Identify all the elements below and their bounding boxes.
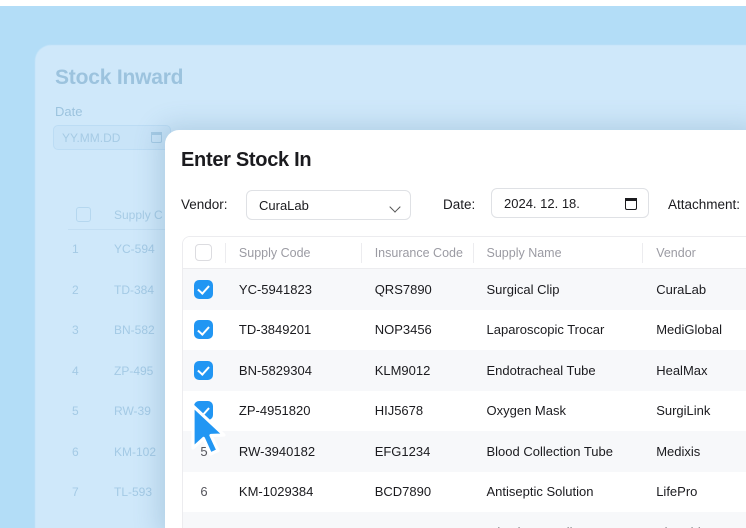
cell-vendor: HealMax	[642, 363, 746, 378]
background-row-supply-code: TL-593	[114, 485, 152, 499]
background-row-supply-code: YC-594	[114, 242, 155, 256]
screen: Stock Inward Date YY.MM.DD Supply C 1 YC-…	[0, 0, 746, 528]
background-row-number: 3	[72, 323, 79, 337]
row-checkbox-checked[interactable]	[194, 361, 213, 380]
table-body: YC-5941823QRS7890Surgical ClipCuraLabTD-…	[183, 269, 746, 528]
cell-supply-name: Laparoscopic Trocar	[473, 322, 643, 337]
date-value: 2024. 12. 18.	[504, 196, 580, 211]
table-row[interactable]: BN-5829304KLM9012Endotracheal TubeHealMa…	[183, 350, 746, 391]
row-select-cell[interactable]: 5	[183, 444, 225, 459]
cell-supply-name: Oxygen Mask	[473, 403, 643, 418]
cell-insurance-code: KLM9012	[361, 363, 473, 378]
modal-form-row: Vendor: CuraLab Date: 2024. 12. 18. Atta…	[181, 190, 746, 220]
chevron-down-icon	[389, 201, 400, 212]
background-row-number: 1	[72, 242, 79, 256]
table-header-select	[183, 237, 225, 268]
attachment-label: Attachment:	[668, 197, 740, 212]
row-number: 5	[200, 444, 207, 459]
vendor-selected-value: CuraLab	[259, 198, 309, 213]
cell-supply-name: Surgical Clip	[473, 282, 643, 297]
table-row[interactable]: ZP-4951820HIJ5678Oxygen MaskSurgiLink	[183, 391, 746, 432]
table-row[interactable]: 5 RW-3940182EFG1234Blood Collection TubeM…	[183, 431, 746, 472]
column-header-supply-name: Supply Name	[473, 237, 643, 268]
background-row-supply-code: TD-384	[114, 283, 154, 297]
cell-vendor: MediGlobal	[642, 322, 746, 337]
cell-supply-code: ZP-4951820	[225, 403, 361, 418]
background-row-number: 7	[72, 485, 79, 499]
row-select-cell[interactable]	[183, 361, 225, 380]
row-select-cell[interactable]	[183, 401, 225, 420]
cell-vendor: Medixis	[642, 444, 746, 459]
column-header-vendor: Vendor	[642, 237, 746, 268]
cell-vendor: CuraLab	[642, 282, 746, 297]
enter-stock-in-modal: Enter Stock In Vendor: CuraLab Date: 202…	[165, 130, 746, 528]
background-date-input[interactable]: YY.MM.DD	[53, 125, 171, 150]
column-header-insurance-code: Insurance Code	[361, 237, 473, 268]
row-checkbox-checked[interactable]	[194, 320, 213, 339]
select-all-checkbox[interactable]	[76, 207, 91, 222]
calendar-icon	[151, 132, 162, 143]
background-date-placeholder: YY.MM.DD	[62, 131, 120, 145]
cell-supply-code: RW-3940182	[225, 444, 361, 459]
background-row-number: 2	[72, 283, 79, 297]
vendor-select[interactable]: CuraLab	[246, 190, 411, 220]
row-checkbox-checked[interactable]	[194, 280, 213, 299]
cell-supply-code: YC-5941823	[225, 282, 361, 297]
background-row-number: 6	[72, 445, 79, 459]
date-label: Date:	[443, 197, 475, 212]
modal-title: Enter Stock In	[181, 149, 311, 172]
row-number: 6	[200, 484, 207, 499]
vendor-label: Vendor:	[181, 197, 228, 212]
stock-items-table: Supply Code Insurance Code Supply Name V…	[182, 236, 746, 528]
background-row-supply-code: RW-39	[114, 404, 151, 418]
window-top-edge	[0, 0, 746, 6]
cell-supply-name: Antiseptic Solution	[473, 484, 643, 499]
date-input[interactable]: 2024. 12. 18.	[491, 188, 649, 218]
background-row-supply-code: ZP-495	[114, 364, 153, 378]
column-header-supply-code: Supply Code	[225, 237, 361, 268]
cell-supply-code: TD-3849201	[225, 322, 361, 337]
table-row[interactable]: TD-3849201NOP3456Laparoscopic TrocarMedi…	[183, 310, 746, 351]
cell-insurance-code: HIJ5678	[361, 403, 473, 418]
cell-supply-name: Endotracheal Tube	[473, 363, 643, 378]
cell-supply-code: KM-1029384	[225, 484, 361, 499]
background-row-number: 4	[72, 364, 79, 378]
row-select-cell[interactable]: 6	[183, 484, 225, 499]
table-header-row: Supply Code Insurance Code Supply Name V…	[183, 237, 746, 269]
background-page-title: Stock Inward	[55, 66, 183, 90]
table-row[interactable]: 6 KM-1029384BCD7890Antiseptic SolutionLif…	[183, 472, 746, 513]
table-row[interactable]: YC-5941823QRS7890Surgical ClipCuraLab	[183, 269, 746, 310]
row-select-cell[interactable]	[183, 320, 225, 339]
row-checkbox-checked[interactable]	[194, 401, 213, 420]
row-select-cell[interactable]	[183, 280, 225, 299]
cell-insurance-code: BCD7890	[361, 484, 473, 499]
cell-insurance-code: EFG1234	[361, 444, 473, 459]
background-row-number: 5	[72, 404, 79, 418]
background-date-label: Date	[55, 104, 82, 119]
select-all-checkbox[interactable]	[195, 244, 212, 261]
background-row-supply-code: KM-102	[114, 445, 156, 459]
calendar-icon[interactable]	[625, 198, 637, 210]
table-row[interactable]: 7TL-5938201VZA3456Injection NeedleVitaWi…	[183, 512, 746, 528]
cell-insurance-code: NOP3456	[361, 322, 473, 337]
cell-supply-name: Blood Collection Tube	[473, 444, 643, 459]
cell-vendor: SurgiLink	[642, 403, 746, 418]
cell-insurance-code: QRS7890	[361, 282, 473, 297]
cell-supply-code: BN-5829304	[225, 363, 361, 378]
cell-vendor: LifePro	[642, 484, 746, 499]
background-row-supply-code: BN-582	[114, 323, 155, 337]
background-column-supply-code: Supply C	[114, 208, 163, 222]
